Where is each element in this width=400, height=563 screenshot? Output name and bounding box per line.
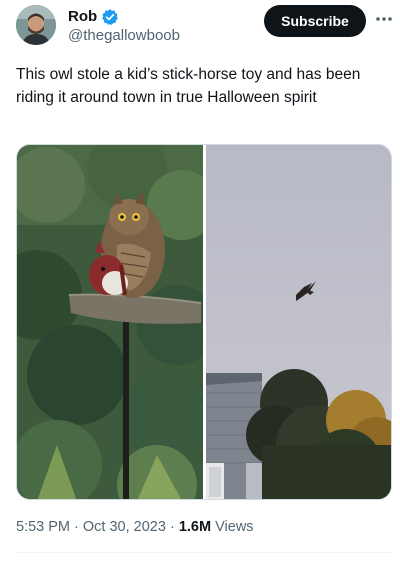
views-count: 1.6M	[178, 519, 212, 535]
more-horizontal-icon[interactable]	[374, 9, 394, 29]
tweet-meta: 5:53 PM · Oct 30, 2023 · 1.6M Views	[16, 517, 254, 537]
author-display-name[interactable]: Rob	[68, 7, 97, 26]
meta-separator: ·	[169, 519, 175, 535]
divider	[16, 552, 392, 553]
subscribe-button[interactable]: Subscribe	[264, 5, 366, 37]
verified-badge-icon	[101, 8, 119, 26]
views-label: Views	[215, 519, 254, 535]
tweet-date[interactable]: Oct 30, 2023	[83, 519, 166, 535]
tweet-time[interactable]: 5:53 PM	[16, 519, 70, 535]
tweet-header: Rob @thegallowboob Subscribe	[16, 5, 392, 49]
author-names: Rob @thegallowboob	[68, 7, 180, 46]
tweet-text: This owl stole a kid’s stick-horse toy a…	[16, 66, 361, 106]
meta-separator: ·	[74, 519, 79, 535]
author-handle[interactable]: @thegallowboob	[68, 26, 180, 46]
tweet-media[interactable]	[16, 144, 392, 500]
owl-on-toy-photo[interactable]	[17, 145, 203, 499]
owl-flying-photo[interactable]	[206, 145, 391, 499]
avatar[interactable]	[16, 5, 56, 45]
